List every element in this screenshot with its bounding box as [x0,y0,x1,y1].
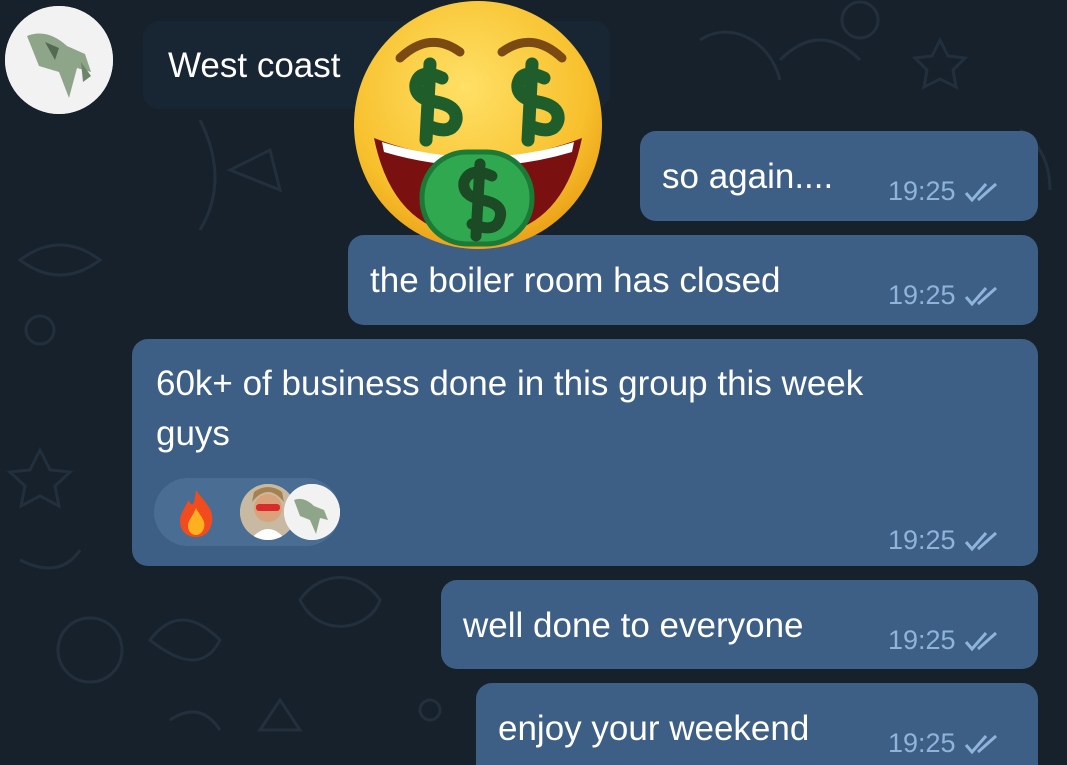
message-meta: 19:25 [888,176,1002,207]
double-check-icon [964,531,997,551]
message-meta: 19:25 [888,280,1002,311]
message-text: the boiler room has closed [370,261,781,300]
money-mouth-face-icon [354,1,602,249]
double-check-icon [964,631,997,651]
sender-avatar[interactable] [5,6,113,114]
message-meta: 19:25 [888,625,1002,656]
message-time: 19:25 [888,625,956,655]
message-time: 19:25 [888,728,956,758]
outgoing-message-bubble[interactable]: well done to everyone 19:25 [441,580,1038,669]
message-time: 19:25 [888,280,956,310]
message-meta: 19:25 [888,728,1002,759]
message-text: so again.... [662,157,834,196]
outgoing-message-bubble[interactable]: enjoy your weekend 19:25 [476,683,1038,765]
double-check-icon [964,286,997,306]
message-meta: 19:25 [888,525,1002,556]
message-text-line-2: guys [156,414,230,453]
incoming-message-text: West coast [168,46,341,85]
double-check-icon [964,734,997,754]
double-check-icon [964,182,997,202]
outgoing-message-bubble[interactable]: 60k+ of business done in this group this… [132,339,1038,566]
dollar-bird-icon [5,6,113,114]
fire-emoji-icon [180,490,213,537]
message-text: enjoy your weekend [498,709,810,748]
dollar-bird-icon [284,484,340,540]
reactions-bar[interactable] [154,478,340,546]
message-text: well done to everyone [463,606,804,645]
message-time: 19:25 [888,525,956,555]
message-text-line-1: 60k+ of business done in this group this… [156,364,864,403]
message-time: 19:25 [888,176,956,206]
reaction-user-avatar[interactable] [284,484,340,540]
outgoing-message-bubble[interactable]: so again.... 19:25 [640,131,1038,221]
